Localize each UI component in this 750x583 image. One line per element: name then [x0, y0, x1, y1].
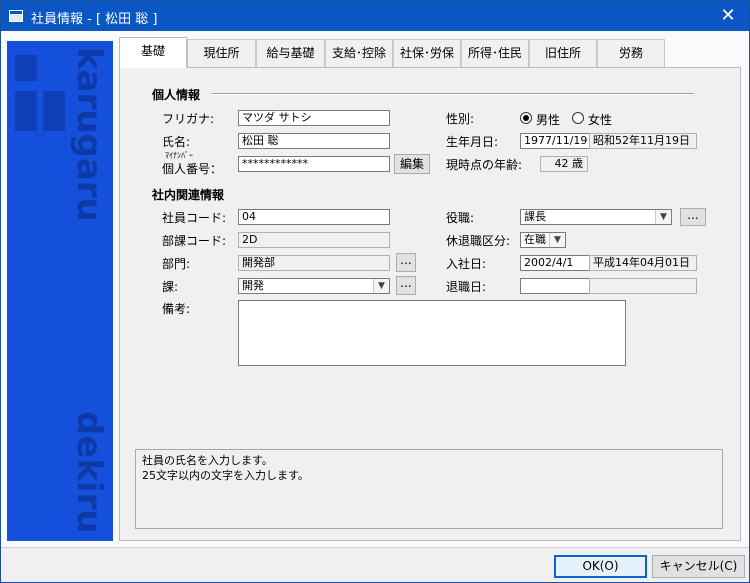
- remarks-textarea[interactable]: [238, 300, 626, 366]
- chevron-down-icon[interactable]: ▼: [373, 279, 389, 293]
- brand-sidebar: karugaru dekiru: [7, 41, 113, 541]
- position-label: 役職:: [446, 211, 475, 225]
- department-browse-button[interactable]: ...: [396, 253, 416, 272]
- birthdate-input[interactable]: 1977/11/19: [520, 133, 590, 149]
- help-text-panel: 社員の氏名を入力します。 25文字以内の文字を入力します。: [135, 449, 723, 529]
- gender-male-radio[interactable]: [520, 112, 532, 124]
- section-dropdown-value: 開発: [242, 279, 264, 292]
- tab-previous-address[interactable]: 旧住所: [529, 39, 597, 67]
- retire-date-input[interactable]: [520, 278, 590, 294]
- section-divider: [212, 93, 694, 95]
- position-dropdown-value: 課長: [524, 210, 546, 223]
- furigana-label: フリガナ:: [162, 112, 215, 126]
- edit-mynumber-button[interactable]: 編集: [394, 154, 430, 174]
- tab-labor[interactable]: 労務: [597, 39, 665, 67]
- brand-text-top: karugaru: [69, 47, 109, 222]
- department-label: 部門:: [162, 257, 191, 271]
- gender-female-label[interactable]: 女性: [588, 111, 612, 128]
- gender-male-label[interactable]: 男性: [536, 111, 560, 128]
- gender-label: 性別:: [446, 112, 475, 126]
- position-dropdown[interactable]: 課長 ▼: [520, 209, 672, 225]
- retire-date-label: 退職日:: [446, 280, 487, 294]
- chevron-down-icon[interactable]: ▼: [549, 233, 565, 247]
- position-browse-button[interactable]: ...: [680, 208, 706, 226]
- section-dropdown[interactable]: 開発 ▼: [238, 278, 390, 294]
- leave-status-value: 在職: [524, 233, 546, 246]
- tab-pay-deduction[interactable]: 支給･控除: [325, 39, 393, 67]
- close-icon[interactable]: ✕: [717, 5, 739, 27]
- ok-button[interactable]: OK(O): [554, 555, 647, 578]
- section-label: 課:: [162, 280, 179, 294]
- name-input[interactable]: 松田 聡: [238, 133, 390, 149]
- title-bar[interactable]: 社員情報 - [ 松田 聡 ] ✕: [1, 1, 749, 31]
- join-date-label: 入社日:: [446, 257, 487, 271]
- deco-block: [15, 55, 37, 81]
- leave-status-label: 休退職区分:: [446, 234, 511, 248]
- brand-text-bottom: dekiru: [69, 411, 109, 534]
- retire-date-wareki: [589, 278, 697, 294]
- help-text-line1: 社員の氏名を入力します。: [142, 454, 273, 467]
- gender-female-radio[interactable]: [572, 112, 584, 124]
- window-title: 社員情報 - [ 松田 聡 ]: [31, 12, 158, 27]
- section-title-company: 社内関連情報: [152, 188, 225, 202]
- birthdate-wareki: 昭和52年11月19日: [589, 133, 697, 149]
- name-label: 氏名:: [162, 135, 191, 149]
- join-date-input[interactable]: 2002/4/1: [520, 255, 590, 271]
- remarks-label: 備考:: [162, 302, 191, 316]
- department-value: 開発部: [238, 255, 390, 271]
- employee-code-input[interactable]: 04: [238, 209, 390, 225]
- deco-block: [43, 91, 65, 131]
- section-title-personal: 個人情報: [152, 88, 201, 102]
- tab-current-address[interactable]: 現住所: [187, 39, 256, 67]
- leave-status-dropdown[interactable]: 在職 ▼: [520, 232, 566, 248]
- birthdate-label: 生年月日:: [446, 135, 499, 149]
- cancel-button[interactable]: キャンセル(C): [652, 555, 745, 578]
- age-label: 現時点の年齢:: [446, 158, 523, 172]
- employee-code-label: 社員コード:: [162, 211, 227, 225]
- tab-income-resident[interactable]: 所得･住民: [461, 39, 529, 67]
- tab-social-insurance[interactable]: 社保･労保: [393, 39, 461, 67]
- app-window-icon: [9, 10, 23, 22]
- tab-salary-basic[interactable]: 給与基礎: [256, 39, 325, 67]
- dept-code-value: 2D: [238, 232, 390, 248]
- dept-code-label: 部課コード:: [162, 234, 227, 248]
- join-date-wareki: 平成14年04月01日: [589, 255, 697, 271]
- mynumber-label: 個人番号：: [162, 162, 223, 176]
- chevron-down-icon[interactable]: ▼: [655, 210, 671, 224]
- section-browse-button[interactable]: ...: [396, 276, 416, 295]
- help-text-line2: 25文字以内の文字を入力します。: [142, 469, 309, 482]
- furigana-input[interactable]: マツダ サトシ: [238, 110, 390, 126]
- employee-info-window: 社員情報 - [ 松田 聡 ] ✕ karugaru dekiru 個人情報 フ…: [0, 0, 750, 583]
- age-value: 42 歳: [540, 156, 588, 172]
- tab-basic[interactable]: 基礎: [119, 37, 187, 68]
- footer-divider: [1, 547, 749, 548]
- mynumber-input[interactable]: ************: [238, 156, 390, 172]
- deco-block: [15, 91, 37, 131]
